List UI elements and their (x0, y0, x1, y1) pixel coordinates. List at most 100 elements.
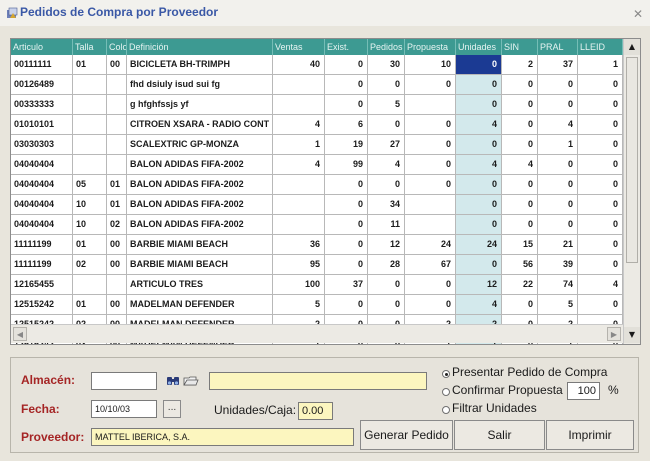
table-cell[interactable]: 0 (578, 295, 623, 314)
table-cell[interactable]: 6 (325, 115, 368, 134)
scroll-left-icon[interactable]: ◀ (13, 327, 27, 341)
scroll-down-icon[interactable]: ▼ (624, 327, 640, 343)
radio-confirmar-label[interactable]: Confirmar Propuesta (452, 383, 563, 397)
table-row[interactable]: 04040404 05 01 BALON ADIDAS FIFA-2002 0 0 0 0 0 0… (11, 175, 623, 195)
table-cell[interactable]: 00 (107, 55, 127, 74)
table-row[interactable]: 04040404 10 02 BALON ADIDAS FIFA-2002 0 11 0 0 0… (11, 215, 623, 235)
date-picker-button[interactable]: ... (163, 400, 181, 418)
table-row[interactable]: 00333333 g hfghfssjs yf 0 5 0 0 0 0 (11, 95, 623, 115)
orders-grid[interactable]: ArticuloTallaColorDefiniciónVentasExist.… (10, 38, 641, 345)
column-header-exist[interactable]: Exist. (325, 39, 368, 55)
table-cell[interactable]: 01 (73, 55, 107, 74)
table-cell[interactable]: 01 (73, 295, 107, 314)
table-cell[interactable]: 0 (368, 295, 405, 314)
table-cell[interactable]: BALON ADIDAS FIFA-2002 (127, 155, 273, 174)
table-cell[interactable]: 12165455 (11, 275, 73, 294)
table-cell[interactable] (73, 155, 107, 174)
table-row[interactable]: 00126489 fhd dsiuly isud sui fg 0 0 0 0 0 0 0 (11, 75, 623, 95)
table-cell[interactable]: 30 (368, 55, 405, 74)
table-cell[interactable] (273, 195, 325, 214)
table-cell[interactable]: 11111199 (11, 255, 73, 274)
table-cell[interactable]: 0 (456, 75, 502, 94)
table-cell[interactable]: 0 (325, 55, 368, 74)
radio-confirmar[interactable] (442, 388, 450, 396)
table-row[interactable]: 03030303 SCALEXTRIC GP-MONZA 1 19 27 0 0 0 1 0 (11, 135, 623, 155)
table-cell[interactable]: 4 (538, 115, 578, 134)
table-cell[interactable]: 0 (325, 195, 368, 214)
table-cell[interactable]: 0 (405, 175, 456, 194)
table-cell[interactable] (107, 275, 127, 294)
unidades-caja-input[interactable]: 0.00 (298, 402, 333, 420)
table-cell[interactable]: 0 (578, 135, 623, 154)
table-cell[interactable]: 0 (578, 255, 623, 274)
table-cell[interactable]: 4 (456, 295, 502, 314)
table-cell[interactable]: 0 (502, 135, 538, 154)
table-cell[interactable] (273, 175, 325, 194)
table-cell[interactable]: 04040404 (11, 215, 73, 234)
table-cell[interactable]: 0 (456, 55, 502, 74)
table-cell[interactable]: BARBIE MIAMI BEACH (127, 255, 273, 274)
scroll-up-icon[interactable]: ▲ (624, 39, 640, 55)
table-cell[interactable]: 4 (456, 155, 502, 174)
table-cell[interactable] (107, 115, 127, 134)
table-cell[interactable]: 0 (578, 115, 623, 134)
table-cell[interactable]: 10 (73, 195, 107, 214)
table-cell[interactable]: SCALEXTRIC GP-MONZA (127, 135, 273, 154)
table-cell[interactable]: 1 (538, 135, 578, 154)
table-cell[interactable]: 12515242 (11, 295, 73, 314)
table-cell[interactable]: 0 (578, 95, 623, 114)
table-cell[interactable]: 01010101 (11, 115, 73, 134)
column-header-unidades[interactable]: Unidades (456, 39, 502, 55)
search-icon[interactable] (166, 373, 182, 389)
table-cell[interactable]: 19 (325, 135, 368, 154)
table-cell[interactable]: 0 (405, 155, 456, 174)
table-cell[interactable]: 0 (456, 135, 502, 154)
table-row[interactable]: 12165455 ARTICULO TRES 100 37 0 0 12 22 74 4 (11, 275, 623, 295)
scroll-thumb[interactable] (626, 57, 638, 263)
table-cell[interactable]: BALON ADIDAS FIFA-2002 (127, 215, 273, 234)
generar-pedido-button[interactable]: Generar Pedido (360, 420, 453, 450)
table-cell[interactable]: 2 (502, 55, 538, 74)
table-cell[interactable]: 0 (405, 275, 456, 294)
table-cell[interactable]: 04040404 (11, 175, 73, 194)
table-cell[interactable]: 1 (273, 135, 325, 154)
table-cell[interactable]: 37 (538, 55, 578, 74)
table-cell[interactable]: 0 (502, 195, 538, 214)
table-cell[interactable]: 0 (325, 295, 368, 314)
radio-filtrar[interactable] (442, 406, 450, 414)
table-cell[interactable]: 11111199 (11, 235, 73, 254)
table-cell[interactable] (73, 95, 107, 114)
table-row[interactable]: 04040404 10 01 BALON ADIDAS FIFA-2002 0 34 0 0 0… (11, 195, 623, 215)
table-cell[interactable]: 39 (538, 255, 578, 274)
table-cell[interactable]: 56 (502, 255, 538, 274)
table-cell[interactable]: BALON ADIDAS FIFA-2002 (127, 175, 273, 194)
imprimir-button[interactable]: Imprimir (546, 420, 634, 450)
table-cell[interactable]: 04040404 (11, 195, 73, 214)
table-cell[interactable]: 5 (538, 295, 578, 314)
table-cell[interactable]: 5 (273, 295, 325, 314)
table-row[interactable]: 04040404 BALON ADIDAS FIFA-2002 4 99 4 0 4 4 0 0 (11, 155, 623, 175)
table-row[interactable]: 00111111 01 00 BICICLETA BH-TRIMPH 40 0 30 10 0 2… (11, 55, 623, 75)
table-cell[interactable]: 00 (107, 235, 127, 254)
table-cell[interactable]: 4 (273, 155, 325, 174)
table-cell[interactable]: 0 (368, 275, 405, 294)
open-folder-icon[interactable] (183, 373, 199, 389)
table-cell[interactable] (405, 215, 456, 234)
table-cell[interactable] (107, 155, 127, 174)
table-cell[interactable]: 67 (405, 255, 456, 274)
column-header-articulo[interactable]: Articulo (11, 39, 73, 55)
table-cell[interactable]: 02 (107, 215, 127, 234)
table-cell[interactable]: 0 (405, 115, 456, 134)
table-cell[interactable] (273, 95, 325, 114)
table-cell[interactable]: 0 (325, 235, 368, 254)
propuesta-percent-input[interactable]: 100 (567, 382, 600, 400)
table-cell[interactable]: 0 (325, 255, 368, 274)
table-cell[interactable]: 0 (456, 215, 502, 234)
table-cell[interactable]: 00111111 (11, 55, 73, 74)
column-header-pral[interactable]: PRAL (538, 39, 578, 55)
almacen-input[interactable] (91, 372, 157, 390)
table-cell[interactable]: 0 (538, 175, 578, 194)
table-cell[interactable]: 01 (107, 195, 127, 214)
table-cell[interactable]: 100 (273, 275, 325, 294)
table-cell[interactable]: 00 (107, 255, 127, 274)
